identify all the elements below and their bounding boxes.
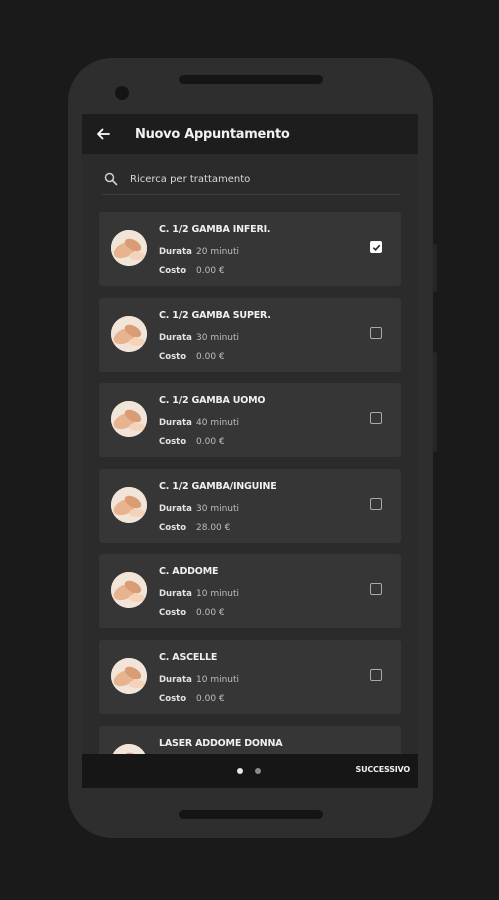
volume-button [433, 244, 437, 292]
duration-value: 10 minuti [196, 588, 240, 599]
search-icon [104, 172, 118, 186]
select-checkbox[interactable] [370, 241, 382, 253]
duration-value: 30 minuti [196, 503, 240, 514]
treatment-card[interactable]: C. ADDOME Durata 10 minuti Costo 0.00 € [99, 554, 401, 628]
cost-label: Costo [159, 607, 187, 618]
power-button [433, 352, 437, 452]
duration-label: Durata [159, 588, 192, 599]
cost-label: Costo [159, 522, 187, 533]
treatment-name: C. 1/2 GAMBA/INGUINE [159, 481, 277, 492]
search-input[interactable]: Ricerca per trattamento [102, 164, 400, 195]
treatment-name: C. ASCELLE [159, 652, 218, 663]
select-checkbox[interactable] [370, 583, 382, 595]
cost-label: Costo [159, 436, 187, 447]
cost-label: Costo [159, 265, 187, 276]
treatment-avatar [111, 230, 147, 266]
treatment-card[interactable]: C. 1/2 GAMBA/INGUINE Durata 30 minuti Cos… [99, 469, 401, 543]
next-button[interactable]: SUCCESSIVO [356, 765, 411, 774]
cost-value: 0.00 € [196, 265, 225, 276]
arrow-left-icon[interactable] [95, 126, 111, 142]
duration-value: 20 minuti [196, 246, 240, 257]
treatment-card[interactable]: C. ASCELLE Durata 10 minuti Costo 0.00 € [99, 640, 401, 714]
page-indicator-dot [255, 768, 261, 774]
select-checkbox[interactable] [370, 412, 382, 424]
treatment-card[interactable]: C. 1/2 GAMBA SUPER. Durata 30 minuti Cost… [99, 298, 401, 372]
search-placeholder: Ricerca per trattamento [130, 173, 251, 185]
duration-label: Durata [159, 246, 192, 257]
duration-label: Durata [159, 417, 192, 428]
select-checkbox[interactable] [370, 327, 382, 339]
app-screen: Nuovo Appuntamento Ricerca per trattamen… [82, 114, 418, 788]
camera [115, 86, 129, 100]
checkmark-icon [372, 244, 380, 251]
treatment-avatar [111, 658, 147, 694]
page-indicator-dot-active [237, 768, 243, 774]
treatment-card[interactable]: C. 1/2 GAMBA UOMO Durata 40 minuti Costo 0… [99, 383, 401, 457]
cost-value: 0.00 € [196, 607, 225, 618]
treatment-avatar [111, 572, 147, 608]
duration-label: Durata [159, 332, 192, 343]
treatment-avatar [111, 487, 147, 523]
cost-value: 0.00 € [196, 693, 225, 704]
duration-value: 30 minuti [196, 332, 240, 343]
select-checkbox[interactable] [370, 498, 382, 510]
treatment-name: C. 1/2 GAMBA SUPER. [159, 310, 271, 321]
bottom-bar: SUCCESSIVO [82, 754, 418, 788]
treatment-card[interactable]: C. 1/2 GAMBA INFERI. Durata 20 minuti Cos… [99, 212, 401, 286]
select-checkbox[interactable] [370, 669, 382, 681]
treatment-avatar [111, 401, 147, 437]
cost-label: Costo [159, 351, 187, 362]
cost-value: 0.00 € [196, 351, 225, 362]
duration-label: Durata [159, 503, 192, 514]
app-bar: Nuovo Appuntamento [82, 114, 418, 154]
treatment-name: C. ADDOME [159, 566, 219, 577]
duration-label: Durata [159, 674, 192, 685]
duration-value: 10 minuti [196, 674, 240, 685]
treatment-avatar [111, 316, 147, 352]
treatment-name: C. 1/2 GAMBA INFERI. [159, 224, 271, 235]
cost-value: 0.00 € [196, 436, 225, 447]
treatment-name: C. 1/2 GAMBA UOMO [159, 395, 266, 406]
cost-value: 28.00 € [196, 522, 231, 533]
cost-label: Costo [159, 693, 187, 704]
duration-value: 40 minuti [196, 417, 240, 428]
speaker-top [179, 75, 323, 84]
speaker-bottom [179, 810, 323, 819]
page-title: Nuovo Appuntamento [135, 126, 290, 142]
